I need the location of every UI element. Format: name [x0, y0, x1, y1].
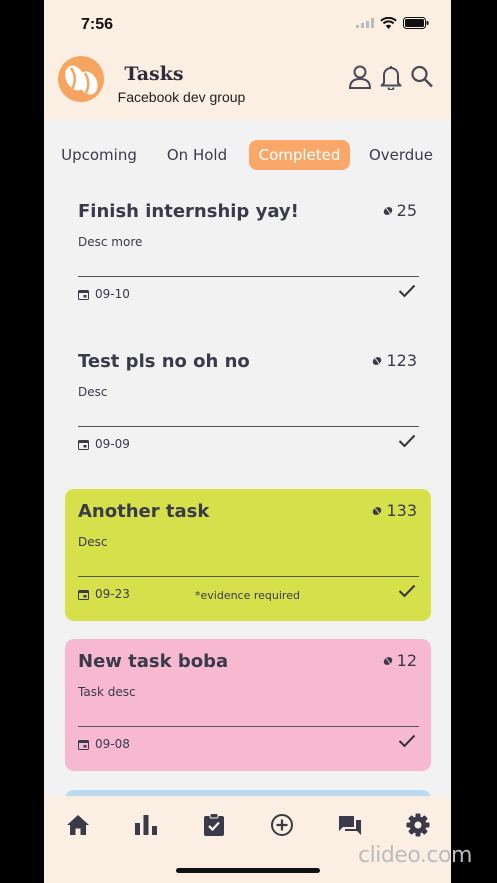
- nav-leaderboard[interactable]: [132, 811, 160, 839]
- task-description: Desc: [78, 535, 108, 549]
- divider: [78, 276, 419, 277]
- search-icon[interactable]: [410, 64, 434, 90]
- task-card[interactable]: Another task 133 Desc 09-23 *evidence re…: [65, 489, 431, 621]
- nav-add[interactable]: [268, 811, 296, 839]
- tab-completed[interactable]: Completed: [249, 140, 350, 170]
- calendar-icon: [78, 589, 89, 600]
- divider: [78, 426, 419, 427]
- wifi-icon: [380, 17, 397, 29]
- task-date-value: 09-10: [95, 287, 130, 301]
- task-date-value: 09-08: [95, 737, 130, 751]
- coffee-bean-points-icon: [383, 656, 392, 665]
- divider: [78, 576, 419, 577]
- task-description: Desc more: [78, 235, 143, 249]
- nav-settings[interactable]: [404, 811, 432, 839]
- task-title: Finish internship yay!: [78, 201, 299, 222]
- task-points: 12: [383, 651, 417, 670]
- nav-tasks[interactable]: [200, 811, 228, 839]
- home-icon: [67, 815, 89, 835]
- settings-icon: [406, 813, 430, 837]
- task-title: New task boba: [78, 651, 229, 672]
- page-title: Tasks: [124, 63, 184, 85]
- check-icon[interactable]: [398, 434, 416, 448]
- status-tabs: Upcoming On Hold Completed Overdue: [44, 132, 451, 178]
- phone-screen: 7:56 Tasks Facebook dev group Upcoming O…: [44, 0, 451, 883]
- task-date-value: 09-09: [95, 437, 130, 451]
- task-card[interactable]: New task boba 12 Task desc 09-08: [65, 639, 431, 771]
- tab-on-hold[interactable]: On Hold: [158, 140, 236, 170]
- chat-icon: [339, 816, 361, 835]
- tab-upcoming[interactable]: Upcoming: [50, 140, 148, 170]
- calendar-icon: [78, 289, 89, 300]
- status-time: 7:56: [81, 16, 114, 33]
- task-description: Task desc: [78, 685, 136, 699]
- task-card[interactable]: Test pls no oh no 123 Desc 09-09: [65, 339, 431, 471]
- group-name: Facebook dev group: [117, 89, 246, 105]
- task-points-value: 123: [386, 351, 417, 370]
- watermark-text: clideo.com: [358, 843, 472, 868]
- task-points-value: 133: [386, 501, 417, 520]
- add-circle-icon: [271, 814, 293, 836]
- battery-icon: [403, 17, 429, 29]
- check-icon[interactable]: [398, 734, 416, 748]
- task-date-value: 09-23: [95, 587, 130, 601]
- task-due-date: 09-09: [78, 437, 130, 451]
- app-header: Tasks Facebook dev group: [44, 44, 451, 120]
- task-title: Test pls no oh no: [78, 351, 250, 372]
- check-icon[interactable]: [398, 584, 416, 598]
- bell-icon[interactable]: [379, 64, 403, 90]
- coffee-bean-points-icon: [383, 206, 392, 215]
- status-bar: 7:56: [44, 0, 451, 44]
- profile-icon[interactable]: [348, 64, 372, 90]
- status-icons: [356, 17, 429, 29]
- check-icon[interactable]: [398, 284, 416, 298]
- task-points: 123: [372, 351, 417, 370]
- task-card[interactable]: Finish internship yay! 25 Desc more 09-1…: [65, 189, 431, 321]
- task-title: Another task: [78, 501, 210, 522]
- task-points: 133: [372, 501, 417, 520]
- evidence-required-note: *evidence required: [195, 589, 300, 602]
- home-indicator: [176, 868, 320, 873]
- leaderboard-icon: [135, 815, 157, 835]
- task-due-date: 09-08: [78, 737, 130, 751]
- tasks-clipboard-icon: [204, 813, 224, 836]
- coffee-bean-points-icon: [373, 356, 382, 365]
- calendar-icon: [78, 439, 89, 450]
- task-points-value: 25: [396, 201, 417, 220]
- tab-overdue[interactable]: Overdue: [362, 140, 440, 170]
- task-due-date: 09-10: [78, 287, 130, 301]
- nav-chat[interactable]: [336, 811, 364, 839]
- cellular-signal-icon: [356, 18, 374, 28]
- task-points: 25: [383, 201, 417, 220]
- nav-home[interactable]: [64, 811, 92, 839]
- calendar-icon: [78, 739, 89, 750]
- task-due-date: 09-23: [78, 587, 130, 601]
- divider: [78, 726, 419, 727]
- coffee-bean-points-icon: [373, 506, 382, 515]
- task-points-value: 12: [396, 651, 417, 670]
- task-description: Desc: [78, 385, 108, 399]
